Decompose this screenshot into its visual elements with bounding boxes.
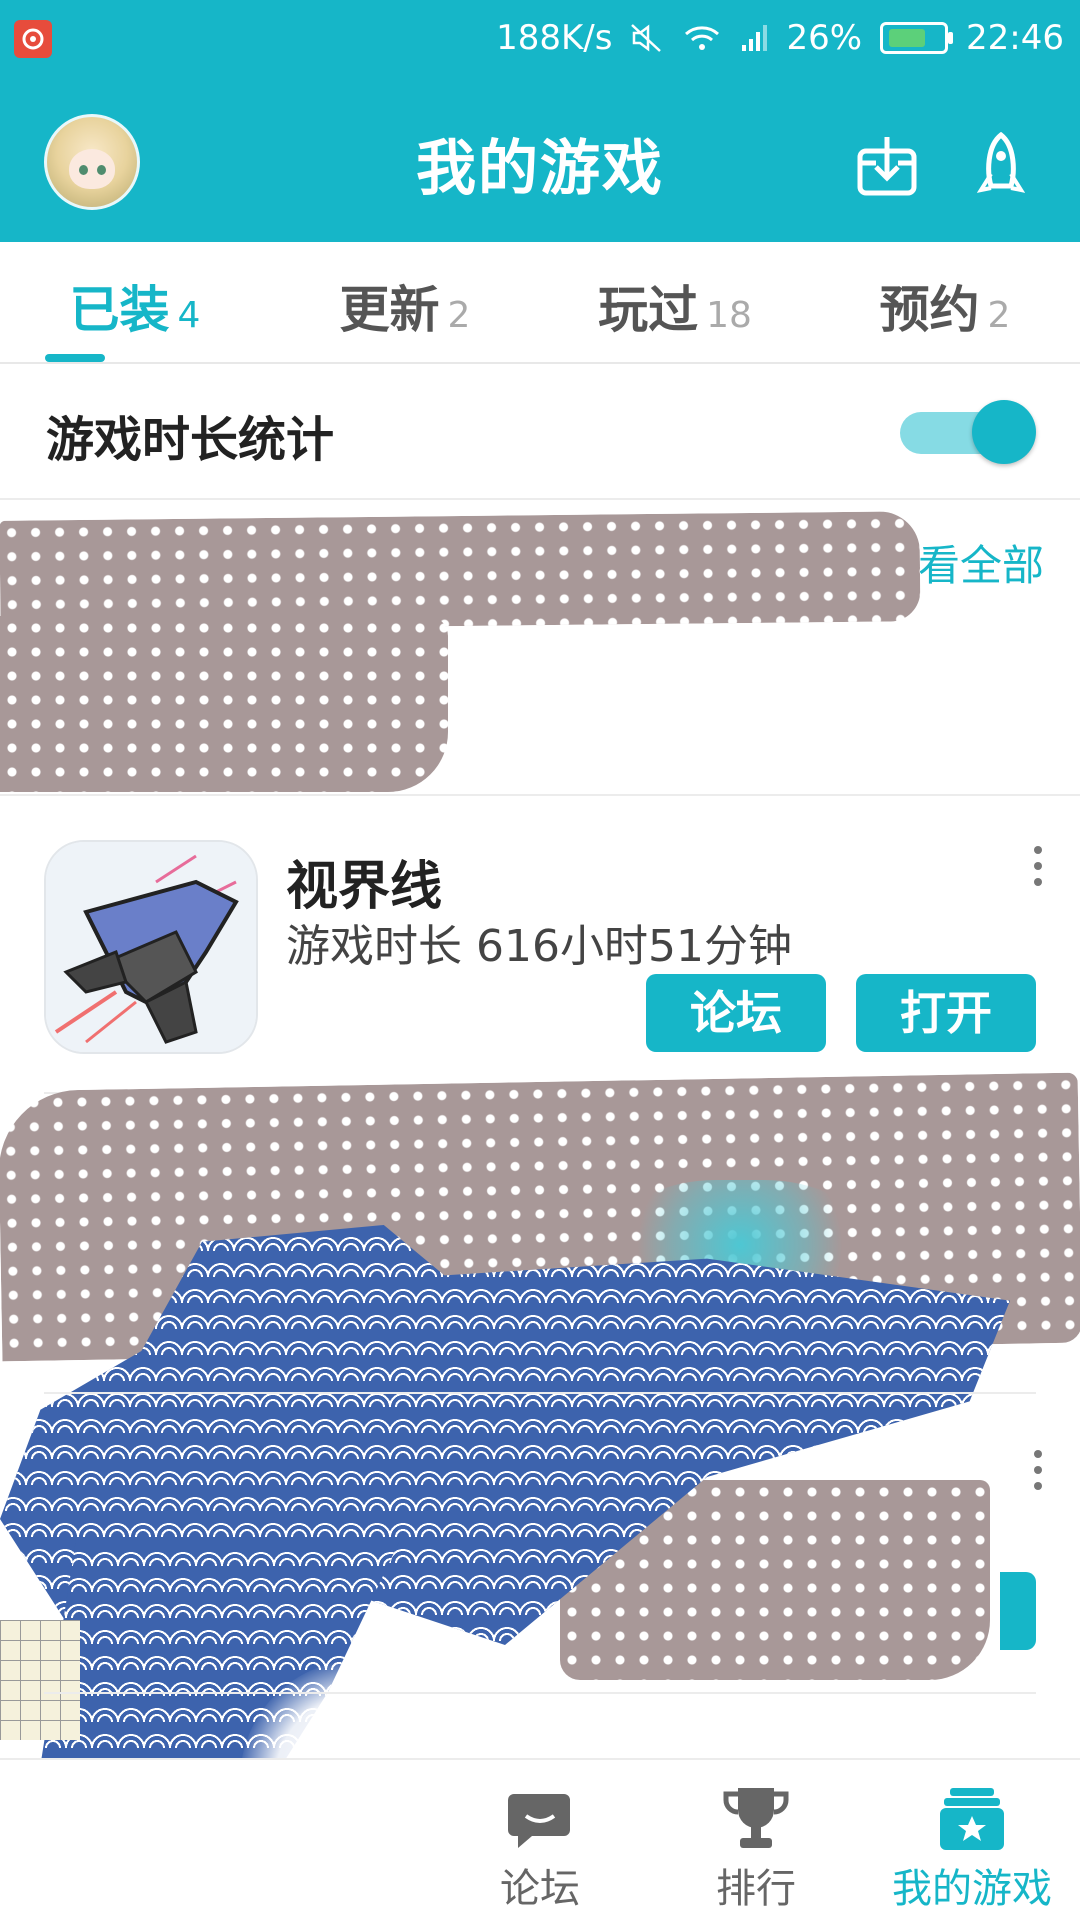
signal-icon	[740, 23, 768, 53]
obscured-overlay	[0, 511, 921, 631]
nav-item-forum[interactable]: 论坛	[432, 1760, 648, 1922]
clock: 22:46	[966, 18, 1064, 58]
playtime-stats-label: 游戏时长统计	[46, 412, 335, 468]
rocket-icon	[977, 132, 1025, 193]
tab-count: 4	[177, 295, 201, 336]
game-name: 视界线	[286, 857, 443, 917]
more-options-icon[interactable]	[1032, 846, 1044, 886]
tab-installed[interactable]: 已装 4	[0, 242, 270, 362]
tab-label: 已装	[69, 281, 170, 339]
nav-item-hidden[interactable]	[216, 1760, 432, 1922]
download-icon	[857, 137, 917, 196]
tab-count: 2	[447, 295, 471, 336]
tab-label: 预约	[879, 281, 980, 339]
nav-label: 我的游戏	[892, 1866, 1052, 1912]
battery-icon	[880, 22, 954, 54]
game-icon[interactable]	[44, 840, 258, 1054]
nav-label: 论坛	[500, 1866, 580, 1912]
status-bar: 188K/s 26% 22:46	[0, 0, 1080, 78]
playtime-stats-toggle[interactable]	[900, 398, 1036, 464]
forum-button[interactable]: 论坛	[646, 974, 826, 1052]
status-right: 188K/s 26% 22:46	[496, 18, 1064, 58]
bottom-navigation: 论坛 排行 我的游戏	[0, 1758, 1080, 1922]
tab-played[interactable]: 玩过 18	[540, 242, 810, 362]
divider	[44, 1692, 1036, 1694]
network-speed: 188K/s	[496, 18, 613, 58]
obscured-overlay	[0, 616, 448, 792]
netease-music-icon	[14, 20, 52, 58]
view-all-link[interactable]: 看全部	[918, 532, 1044, 593]
playtime-stats-row: 游戏时长统计	[0, 364, 1080, 500]
tab-count: 18	[706, 295, 752, 336]
nav-label: 排行	[716, 1866, 796, 1912]
my-games-icon	[940, 1788, 1004, 1850]
trophy-icon	[723, 1788, 789, 1848]
chat-icon	[508, 1794, 570, 1848]
more-options-icon[interactable]	[1032, 1450, 1044, 1490]
download-manager-button[interactable]	[852, 130, 922, 200]
battery-percent: 26%	[786, 18, 863, 58]
tab-reserved[interactable]: 预约 2	[810, 242, 1080, 362]
partially-hidden-button[interactable]	[1000, 1572, 1036, 1650]
mute-icon	[630, 23, 664, 53]
tab-label: 更新	[339, 281, 440, 339]
nav-item-hidden[interactable]	[0, 1760, 216, 1922]
game-playtime: 游戏时长 616小时51分钟	[286, 921, 792, 972]
top-bar: 188K/s 26% 22:46 我的游戏	[0, 0, 1080, 242]
wifi-icon	[682, 22, 722, 54]
tab-bar: 已装 4 更新 2 玩过 18 预约 2	[0, 242, 1080, 364]
tab-label: 玩过	[598, 281, 699, 339]
game-list-item[interactable]: 视界线 游戏时长 616小时51分钟 论坛 打开	[0, 794, 1080, 1094]
rocket-button[interactable]	[966, 130, 1036, 200]
spaceship-icon	[46, 842, 256, 1052]
tab-updates[interactable]: 更新 2	[270, 242, 540, 362]
nav-item-ranking[interactable]: 排行	[648, 1760, 864, 1922]
nav-item-my-games[interactable]: 我的游戏	[864, 1760, 1080, 1922]
open-button[interactable]: 打开	[856, 974, 1036, 1052]
app-header: 我的游戏	[0, 78, 1080, 242]
tab-count: 2	[987, 295, 1011, 336]
obscured-overlay	[0, 1620, 80, 1740]
divider	[44, 1392, 1036, 1394]
